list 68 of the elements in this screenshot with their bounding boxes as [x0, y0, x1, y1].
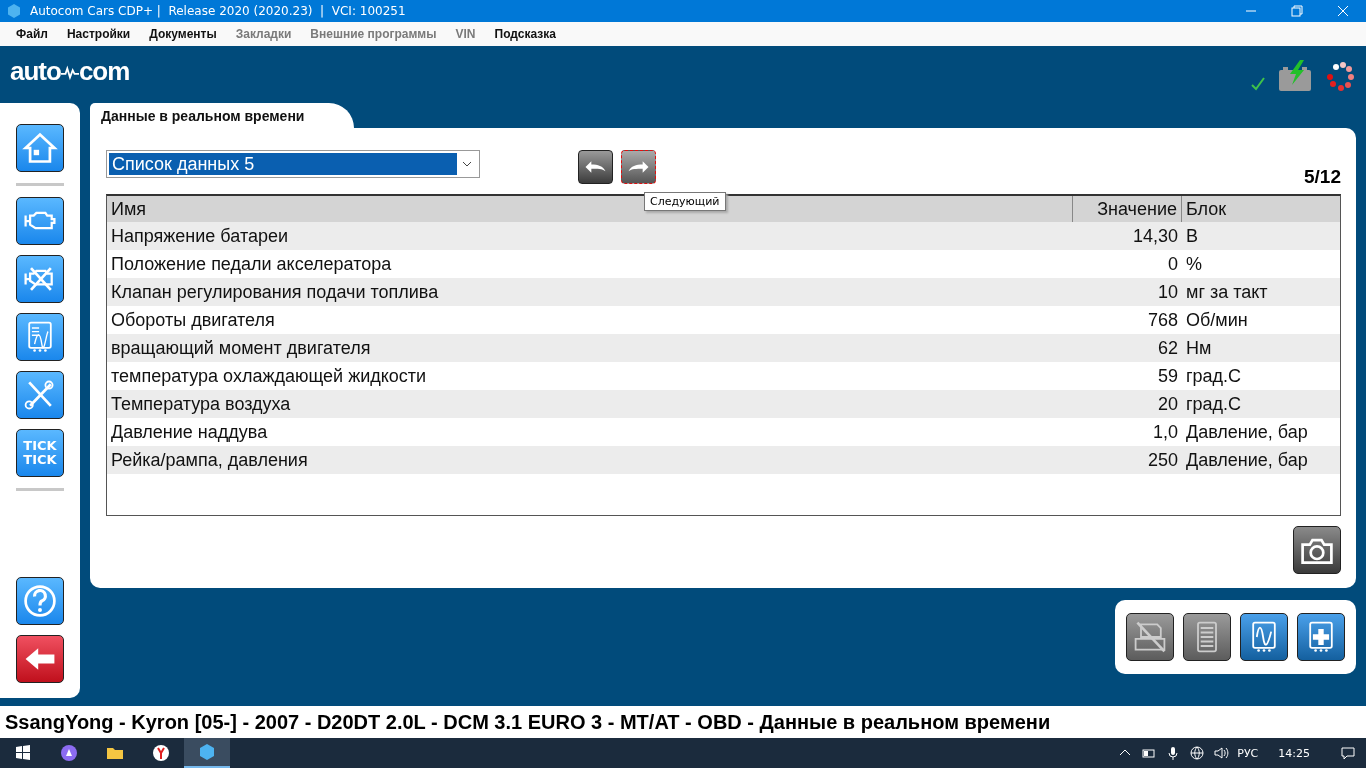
windows-start-icon[interactable]	[13, 743, 33, 763]
table-cell-text: температура охлаждающей жидкости	[110, 365, 428, 387]
table-cell-text: Клапан регулирования подачи топлива	[110, 281, 440, 303]
table-cell-text: Рейка/рампа, давления	[110, 449, 309, 471]
table-cell-text: Нм	[1185, 337, 1213, 359]
speaker-icon[interactable]	[1213, 745, 1230, 761]
table-cell-text: мг за такт	[1185, 281, 1269, 303]
logo-text: com	[78, 56, 130, 87]
crossed-printer-icon	[1132, 619, 1168, 655]
table-cell-text: Температура воздуха	[110, 393, 292, 415]
table-cell-text: 0	[1167, 253, 1179, 275]
table-cell-text: 1,0	[1151, 421, 1179, 443]
tools-button[interactable]	[16, 371, 64, 419]
battery-icon	[1278, 60, 1312, 92]
table-cell-text: %	[1185, 253, 1203, 275]
table-cell-text: 62	[1156, 337, 1179, 359]
module-button[interactable]	[1297, 613, 1345, 661]
page-counter: 5/12	[1304, 166, 1341, 188]
back-button[interactable]	[16, 635, 64, 683]
table-cell-text: 768	[1146, 309, 1179, 331]
snapshot-button[interactable]	[1293, 526, 1341, 574]
scope-button[interactable]	[16, 313, 64, 361]
data-list-dropdown[interactable]: Список данных 5	[106, 150, 480, 178]
notification-icon[interactable]	[1340, 745, 1356, 761]
menu-item[interactable]: Файл	[16, 27, 48, 41]
engine-off-button[interactable]	[16, 255, 64, 303]
house-icon	[22, 130, 58, 166]
home-button[interactable]	[16, 124, 64, 172]
tooltip: Следующий	[644, 192, 726, 211]
table-cell-text: град.С	[1185, 393, 1243, 415]
browser-icon[interactable]	[151, 743, 171, 763]
logo-text: auto	[10, 56, 61, 87]
table-cell-text: Давление наддува	[110, 421, 269, 443]
table-cell-text: Давление, бар	[1185, 421, 1309, 443]
panel-tab[interactable]: Данные в реальном времени	[90, 103, 355, 128]
window-title: Autocom Cars CDP+ | Release 2020 (2020.23) | VCI: 100251	[30, 4, 406, 18]
app-icon	[6, 3, 22, 19]
table-cell-text: Напряжение батареи	[110, 225, 289, 247]
loading-icon	[1324, 62, 1354, 92]
table-cell-text: град.С	[1185, 365, 1243, 387]
table-cell-text: 20	[1156, 393, 1179, 415]
globe-icon[interactable]	[1189, 745, 1206, 761]
caret-icon	[462, 161, 472, 167]
column-header[interactable]: Имя	[107, 198, 151, 220]
previous-button[interactable]	[578, 150, 613, 184]
table-cell-text: вращающий момент двигателя	[110, 337, 372, 359]
help-button[interactable]	[16, 577, 64, 625]
menu-item[interactable]: Подсказка	[494, 27, 556, 41]
table-cell-text: В	[1185, 225, 1199, 247]
assistant-icon[interactable]	[59, 743, 79, 763]
table-cell-text: 250	[1146, 449, 1179, 471]
table-cell-text: 10	[1156, 281, 1179, 303]
table-cell-text: Давление, бар	[1185, 449, 1309, 471]
next-button[interactable]	[621, 150, 656, 184]
table-cell-text: Об/мин	[1185, 309, 1249, 331]
help-icon	[22, 583, 58, 619]
table-cell-text: 59	[1156, 365, 1179, 387]
engine-button[interactable]	[16, 197, 64, 245]
menu-item[interactable]: Документы	[149, 27, 217, 41]
language-indicator[interactable]: РУС	[1237, 746, 1259, 760]
check-icon	[1250, 76, 1266, 92]
table-cell-text: Положение педали акселератора	[110, 253, 393, 275]
menu-item[interactable]: Настройки	[66, 27, 131, 41]
app-icon[interactable]	[197, 742, 217, 762]
table-cell-text: Обороты двигателя	[110, 309, 276, 331]
scope-button[interactable]	[1240, 613, 1288, 661]
table-cell-text: 14,30	[1131, 225, 1179, 247]
clock[interactable]: 14:25	[1278, 746, 1310, 760]
